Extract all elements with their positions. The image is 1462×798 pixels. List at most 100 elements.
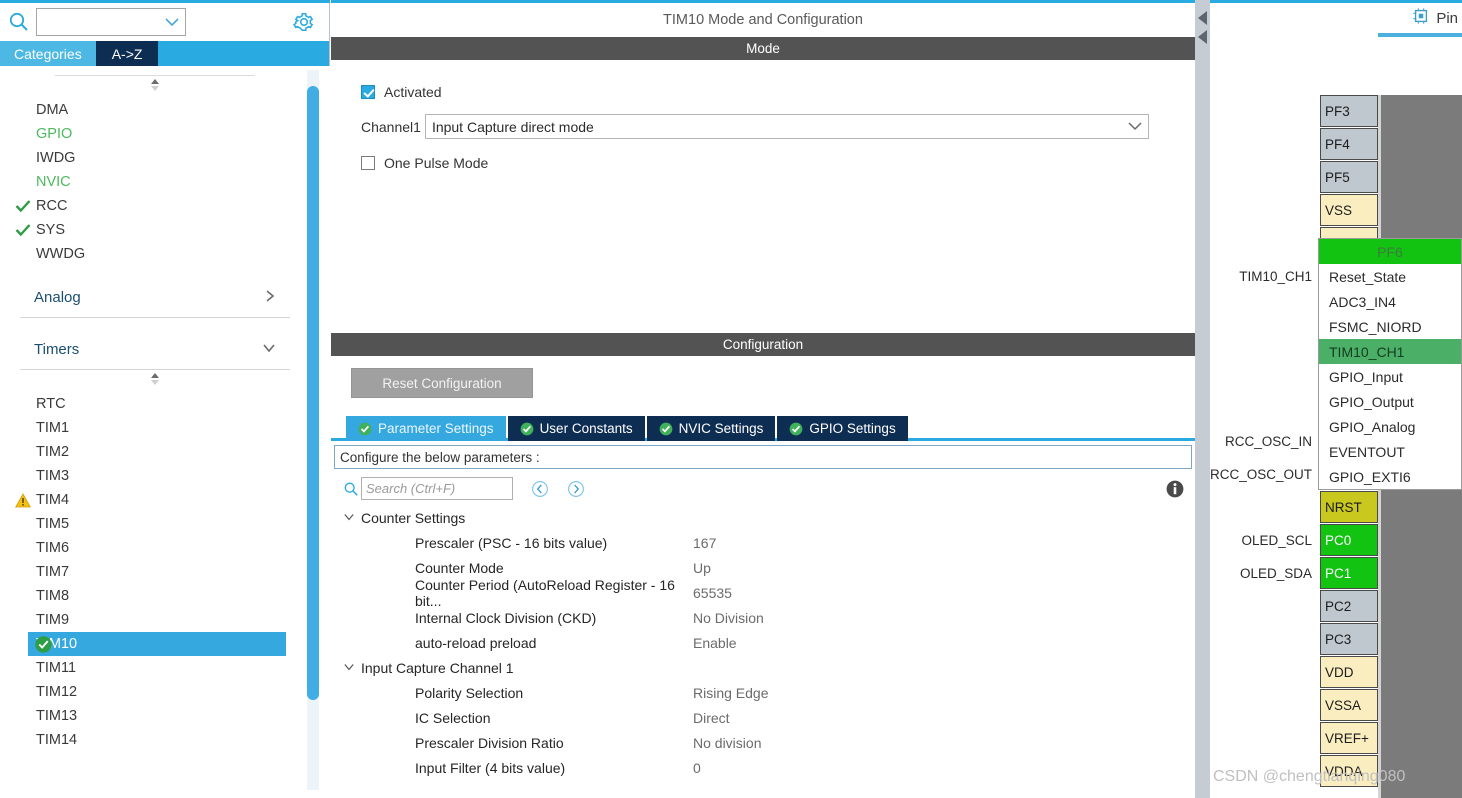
param-row[interactable]: Polarity Selection Rising Edge	[343, 680, 1195, 705]
tab-gpio-settings[interactable]: GPIO Settings	[777, 416, 908, 441]
pin-menu-item-gpio_analog[interactable]: GPIO_Analog	[1319, 414, 1461, 439]
check-circle-icon	[34, 635, 52, 653]
tab-a-to-z[interactable]: A->Z	[95, 41, 159, 66]
param-row[interactable]: Internal Clock Division (CKD) No Division	[343, 605, 1195, 630]
sort-toggle-timers[interactable]	[0, 370, 310, 392]
sidebar-scrollbar-thumb[interactable]	[307, 86, 319, 700]
sidebar-item-tim4[interactable]: TIM4	[0, 488, 310, 512]
param-group-counter-settings[interactable]: Counter Settings	[343, 505, 1195, 530]
sidebar-item-tim2[interactable]: TIM2	[0, 440, 310, 464]
sort-toggle-system[interactable]	[0, 76, 310, 98]
sidebar-item-tim8[interactable]: TIM8	[0, 584, 310, 608]
gear-icon[interactable]	[292, 11, 315, 33]
sidebar-item-label: TIM6	[36, 540, 70, 556]
param-row[interactable]: Prescaler Division Ratio No division	[343, 730, 1195, 755]
param-row[interactable]: auto-reload preload Enable	[343, 630, 1195, 655]
pin-menu-item-tim10_ch1[interactable]: TIM10_CH1	[1319, 339, 1461, 364]
splitter-collapse-arrows[interactable]	[1195, 6, 1210, 55]
pin-menu-item-gpio_exti6[interactable]: GPIO_EXTI6	[1319, 464, 1461, 489]
sidebar-item-label: RCC	[36, 198, 68, 214]
pin-menu-item-eventout[interactable]: EVENTOUT	[1319, 439, 1461, 464]
sidebar-item-iwdg[interactable]: IWDG	[0, 146, 310, 170]
sidebar-item-wwdg[interactable]: WWDG	[0, 242, 310, 266]
sidebar-item-rcc[interactable]: RCC	[0, 194, 310, 218]
sidebar-item-tim5[interactable]: TIM5	[0, 512, 310, 536]
param-name: Prescaler Division Ratio	[415, 734, 564, 751]
pin-pf3[interactable]: PF3	[1320, 95, 1378, 127]
parameter-search-placeholder: Search (Ctrl+F)	[366, 481, 456, 496]
param-row[interactable]: Input Filter (4 bits value) 0	[343, 755, 1195, 780]
sidebar-item-gpio[interactable]: GPIO	[0, 122, 310, 146]
item-status-icon	[14, 221, 32, 239]
one-pulse-checkbox-row[interactable]: One Pulse Mode	[361, 149, 1195, 177]
param-value: Direct	[693, 709, 730, 726]
sidebar-item-tim11[interactable]: TIM11	[0, 656, 310, 680]
pin-pf5[interactable]: PF5	[1320, 161, 1378, 193]
sidebar-item-tim7[interactable]: TIM7	[0, 560, 310, 584]
sidebar-item-tim14[interactable]: TIM14	[0, 728, 310, 752]
one-pulse-checkbox[interactable]	[361, 156, 375, 170]
sidebar-item-dma[interactable]: DMA	[0, 98, 310, 122]
pin-menu-item-adc3_in4[interactable]: ADC3_IN4	[1319, 289, 1461, 314]
pin-pc3[interactable]: PC3	[1320, 623, 1378, 655]
activated-checkbox-row[interactable]: Activated	[361, 78, 1195, 106]
sidebar-item-label: DMA	[36, 102, 69, 118]
pin-pc2[interactable]: PC2	[1320, 590, 1378, 622]
tab-parameter-settings[interactable]: Parameter Settings	[346, 416, 506, 441]
pin-vss[interactable]: VSS	[1320, 194, 1378, 226]
tab-categories[interactable]: Categories	[0, 41, 96, 66]
panel-splitter[interactable]	[1195, 0, 1210, 798]
param-row[interactable]: Counter Period (AutoReload Register - 16…	[343, 577, 1195, 609]
sidebar-item-tim3[interactable]: TIM3	[0, 464, 310, 488]
search-input[interactable]	[36, 8, 186, 36]
sidebar-item-nvic[interactable]: NVIC	[0, 170, 310, 194]
chevron-down-icon[interactable]	[343, 511, 361, 525]
search-previous-button[interactable]	[531, 480, 549, 498]
pin-vdd[interactable]: VDD	[1320, 656, 1378, 688]
pin-signal-label: OLED_SDA	[1210, 557, 1318, 590]
sidebar-item-tim12[interactable]: TIM12	[0, 680, 310, 704]
param-row[interactable]: IC Selection Direct	[343, 705, 1195, 730]
param-row[interactable]: Prescaler (PSC - 16 bits value) 167	[343, 530, 1195, 555]
pin-nrst[interactable]: NRST	[1320, 491, 1378, 523]
channel1-select[interactable]: Input Capture direct mode	[424, 114, 1149, 139]
pin-pc0[interactable]: PC0	[1320, 524, 1378, 556]
sidebar-item-tim13[interactable]: TIM13	[0, 704, 310, 728]
group-header-timers[interactable]: Timers	[20, 330, 290, 370]
pin-context-menu: PF6 Reset_State ADC3_IN4 FSMC_NIORD TIM10_C…	[1318, 238, 1462, 490]
pin-vssa[interactable]: VSSA	[1320, 689, 1378, 721]
sidebar-item-label: TIM9	[36, 612, 70, 628]
sidebar-item-tim9[interactable]: TIM9	[0, 608, 310, 632]
pin-menu-item-reset_state[interactable]: Reset_State	[1319, 264, 1461, 289]
param-group-input-capture-channel-1[interactable]: Input Capture Channel 1	[343, 655, 1195, 680]
pin-menu-item-gpio_output[interactable]: GPIO_Output	[1319, 389, 1461, 414]
configuration-section-header: Configuration	[331, 333, 1195, 356]
pin-pc1[interactable]: PC1	[1320, 557, 1378, 589]
sidebar-item-tim1[interactable]: TIM1	[0, 416, 310, 440]
search-next-button[interactable]	[567, 480, 585, 498]
tab-label: GPIO Settings	[809, 421, 896, 436]
pin-vrefplus[interactable]: VREF+	[1320, 722, 1378, 754]
tab-nvic-settings[interactable]: NVIC Settings	[646, 416, 776, 441]
pin-signal-label	[1210, 326, 1318, 359]
pin-signal-text: OLED_SDA	[1239, 566, 1312, 581]
pin-menu-item-fsmc_niord[interactable]: FSMC_NIORD	[1319, 314, 1461, 339]
chevron-down-icon[interactable]	[343, 661, 361, 675]
tab-pinout[interactable]: Pin	[1210, 3, 1462, 33]
sidebar-item-tim10[interactable]: TIM10	[28, 632, 286, 656]
sidebar-item-rtc[interactable]: RTC	[0, 392, 310, 416]
check-icon	[15, 200, 31, 213]
parameter-search-input[interactable]: Search (Ctrl+F)	[361, 477, 513, 500]
info-icon[interactable]	[1165, 479, 1185, 499]
item-status-icon	[14, 491, 32, 509]
tab-user-constants[interactable]: User Constants	[507, 416, 645, 441]
activated-checkbox[interactable]	[361, 85, 375, 99]
pin-pf4[interactable]: PF4	[1320, 128, 1378, 160]
pin-menu-item-gpio_input[interactable]: GPIO_Input	[1319, 364, 1461, 389]
sidebar-item-label: RTC	[36, 396, 66, 412]
reset-configuration-button[interactable]: Reset Configuration	[351, 368, 533, 398]
param-group-label: Counter Settings	[361, 509, 466, 526]
sidebar-item-tim6[interactable]: TIM6	[0, 536, 310, 560]
group-header-analog[interactable]: Analog	[20, 278, 290, 318]
sidebar-item-sys[interactable]: SYS	[0, 218, 310, 242]
